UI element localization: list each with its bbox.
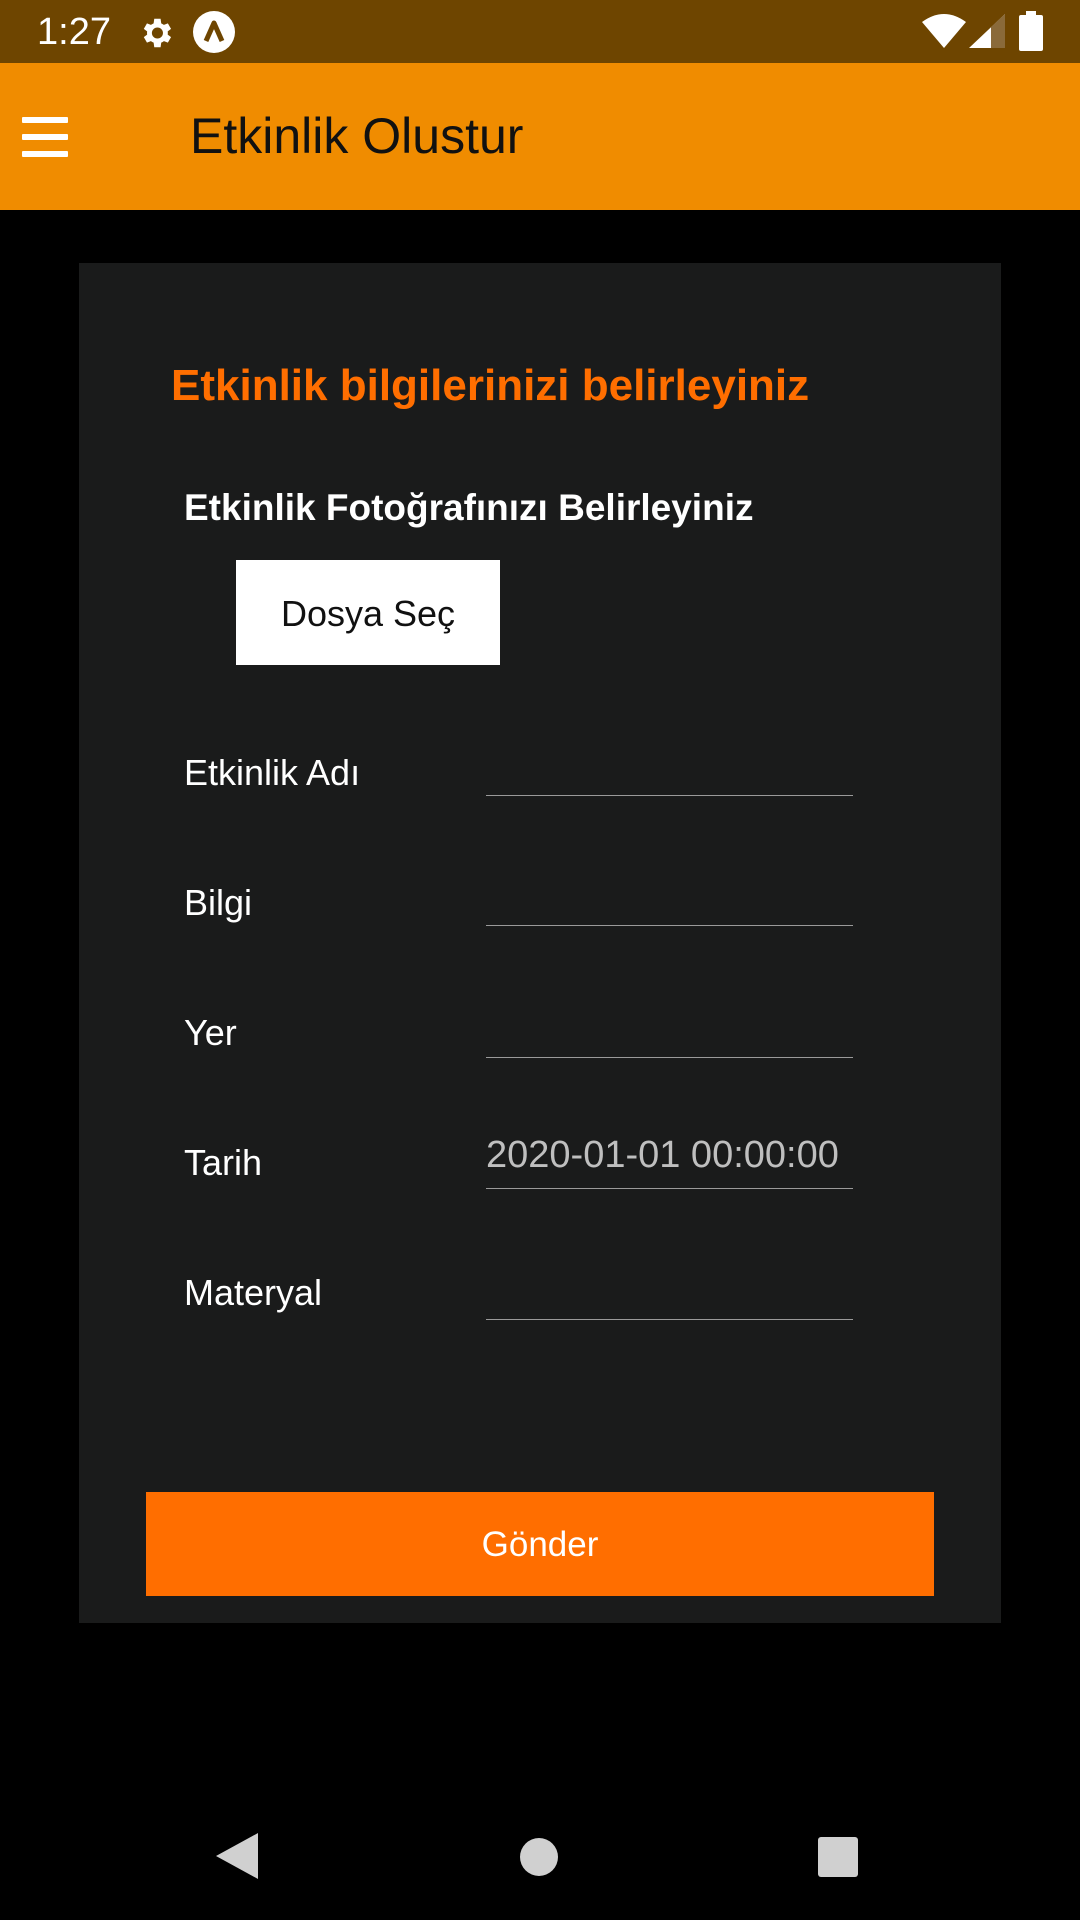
signal-icon	[969, 14, 1005, 48]
battery-icon	[1019, 11, 1043, 51]
info-input[interactable]	[486, 864, 853, 926]
back-icon[interactable]	[216, 1833, 258, 1879]
date-label: Tarih	[184, 1142, 263, 1183]
photo-label: Etkinlik Fotoğrafınızı Belirleyiniz	[184, 487, 754, 528]
date-input[interactable]: 2020-01-01 00:00:00	[486, 1127, 853, 1189]
material-label: Materyal	[184, 1272, 323, 1313]
event-name-input[interactable]	[486, 734, 853, 796]
home-icon[interactable]	[520, 1838, 558, 1876]
gear-icon	[143, 18, 172, 48]
recents-icon[interactable]	[818, 1837, 858, 1877]
event-name-label: Etkinlik Adı	[184, 752, 361, 793]
location-input[interactable]	[486, 996, 853, 1058]
wifi-icon	[922, 14, 966, 48]
location-label: Yer	[184, 1012, 237, 1053]
status-bar: 1:27	[0, 0, 1080, 63]
page-title: Etkinlik Olustur	[190, 108, 524, 164]
material-input[interactable]	[486, 1258, 853, 1320]
info-label: Bilgi	[184, 882, 253, 923]
submit-button[interactable]: Gönder	[146, 1492, 934, 1596]
choose-file-button[interactable]: Dosya Seç	[236, 560, 500, 665]
form-heading: Etkinlik bilgilerinizi belirleyiniz	[171, 361, 810, 410]
app-bar: Etkinlik Olustur	[0, 63, 1080, 210]
event-form-card: Etkinlik bilgilerinizi belirleyiniz Etki…	[79, 263, 1001, 1623]
hamburger-menu-icon[interactable]	[20, 115, 70, 159]
app-logo-icon	[193, 11, 235, 53]
status-time: 1:27	[37, 11, 111, 53]
